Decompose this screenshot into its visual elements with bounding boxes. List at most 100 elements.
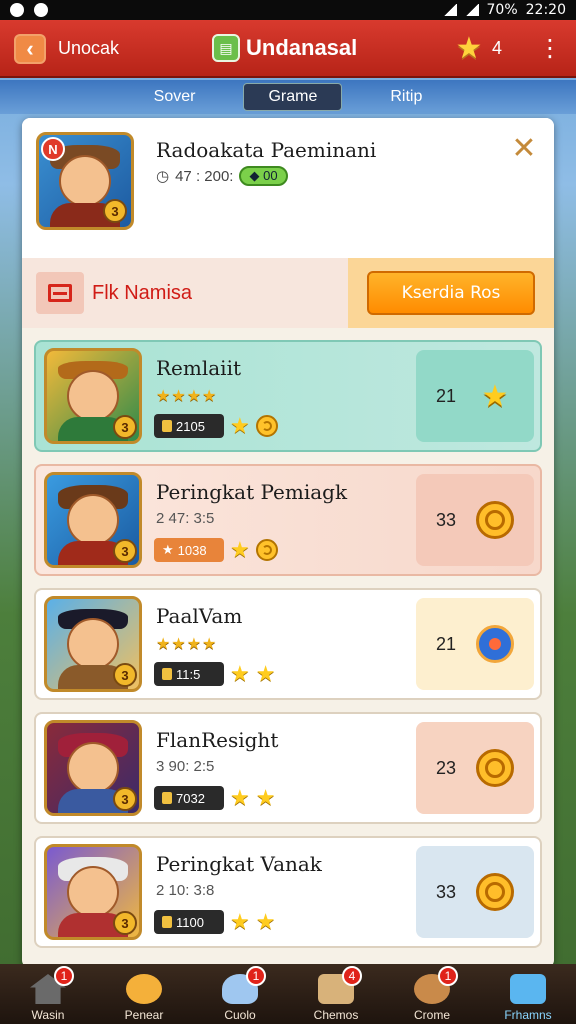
player-sub: 2 10: 3:8 [156,882,215,899]
coin-icon [255,539,278,561]
list-item[interactable]: 3 Peringkat Vanak 2 10: 3:8 1100 ★ ★ 33 [34,836,542,948]
star-icon: ★ [255,785,276,810]
leaderboard-panel: 3 N Radoakata Paeminani ◷ 47 : 200: ◆ 00… [22,118,554,968]
list-item[interactable]: 3 Peringkat Pemiagk 2 47: 3:5 ★ 1038 ★ 33 [34,464,542,576]
back-arrow-icon: ‹ [26,36,34,61]
rank-box: 21 [416,598,534,690]
star-icon: ★ [255,661,276,686]
nav-label: Cuolo [224,1008,256,1022]
score-chip-text: 1038 [177,542,207,558]
clock-icon: ◷ [156,168,170,185]
sync-icon [34,3,48,17]
action-left[interactable]: Flk Namisa [22,258,348,328]
nav-label: Penear [124,1008,164,1022]
card-icon [36,272,84,314]
player-avatar: 3 [44,348,142,444]
rank-number: 21 [435,385,457,406]
item-stats: ★ 1038 ★ [154,538,278,562]
face-shape [67,618,119,670]
coin-icon [255,415,278,437]
nav-item-frhamns[interactable]: Frhamns [480,964,576,1022]
list-item[interactable]: 3 Remlaiit ★★★★ 2105 ★ 21 ★ [34,340,542,452]
nav-item-cuolo[interactable]: 1 Cuolo [192,964,288,1022]
nav-item-crome[interactable]: 1 Crome [384,964,480,1022]
tab-grame[interactable]: Grame [243,83,343,111]
score-chip: 1100 [154,910,224,934]
tab-sover[interactable]: Sover [130,84,220,110]
rank-box: 21 ★ [416,350,534,442]
notification-icon [10,3,24,17]
rank-number: 33 [435,881,457,902]
rank-box: 33 [416,474,534,566]
star-icon: ★ [255,909,276,934]
face-shape [67,494,119,546]
back-button[interactable]: ‹ [14,34,46,64]
list-item[interactable]: 3 PaalVam ★★★★ 11:5 ★ ★ 21 [34,588,542,700]
bag-icon [162,420,172,432]
profile-name: Radoakata Paeminani [156,138,377,162]
back-label[interactable]: Unocak [58,38,119,59]
action-left-label: Flk Namisa [92,281,193,304]
signal-icon-2 [464,4,479,16]
rank-box: 33 [416,846,534,938]
score-chip-text: 2105 [176,418,205,434]
signal-icon [442,4,457,16]
ring-icon [476,749,514,787]
score-chip: 7032 [154,786,224,810]
clock: 22:20 [525,2,566,18]
nav-label: Chemos [313,1008,359,1022]
player-name: Peringkat Pemiagk [156,480,348,504]
star-icon: ★ [481,379,509,413]
player-avatar: 3 [44,472,142,568]
action-right: Kserdia Ros [348,258,554,328]
tab-ritip[interactable]: Ritip [366,84,446,110]
status-bar: 70% 22:20 [0,0,576,20]
green-pill-text: 00 [263,168,278,183]
close-icon[interactable]: ✕ [508,134,540,166]
action-row: Flk Namisa Kserdia Ros [22,258,554,328]
player-list: 3 Remlaiit ★★★★ 2105 ★ 21 ★ 3 Peringkat … [34,340,542,960]
face-shape [67,370,119,422]
star-icon: ★ [230,661,250,686]
nav-label: Wasin [31,1008,65,1022]
profile-avatar[interactable]: 3 N [36,132,134,230]
nav-item-chemos[interactable]: 4 Chemos [288,964,384,1022]
level-badge: 3 [113,539,137,563]
notification-badge: 1 [54,966,74,986]
face-shape [67,866,119,918]
item-stats: 7032 ★ ★ [154,786,275,810]
star-icon[interactable]: ★ [452,32,486,66]
page-title: Undanasal [246,35,358,60]
score-chip-text: 11:5 [176,666,201,682]
item-stats: 11:5 ★ ★ [154,662,275,686]
profile-meta-text: 47 : 200: [175,167,234,185]
app-header: ‹ Unocak ▤ Undanasal ★ 4 ⋮ [0,20,576,78]
list-item[interactable]: 3 FlanResight 3 90: 2:5 7032 ★ ★ 23 [34,712,542,824]
app-title-icon: ▤ [212,34,240,62]
bag-icon [162,668,172,680]
nav-label: Frhamns [504,1008,552,1022]
status-right: 70% 22:20 [442,2,566,18]
character-icon [126,974,162,1004]
item-stats: 2105 ★ [154,414,278,438]
face-shape [67,742,119,794]
player-avatar: 3 [44,596,142,692]
item-stats: 1100 ★ ★ [154,910,275,934]
score-chip: ★ 1038 [154,538,224,562]
ring-icon [476,873,514,911]
primary-action-button[interactable]: Kserdia Ros [367,271,535,315]
score-chip: 2105 [154,414,224,438]
level-badge: 3 [113,663,137,687]
nav-label: Crome [413,1008,450,1022]
profile-meta: ◷ 47 : 200: ◆ 00 [156,166,288,186]
bottom-nav: 1 Wasin Penear 1 Cuolo 4 Chemos 1 Crome … [0,964,576,1024]
nav-item-wasin[interactable]: 1 Wasin [0,964,96,1022]
notification-badge: 1 [246,966,266,986]
notification-badge: 1 [438,966,458,986]
score-chip: 11:5 [154,662,224,686]
chest-icon [510,974,546,1004]
more-menu-icon[interactable]: ⋮ [538,32,562,66]
player-name: FlanResight [156,728,279,752]
nav-item-penear[interactable]: Penear [96,964,192,1022]
profile-card: 3 N Radoakata Paeminani ◷ 47 : 200: ◆ 00… [22,118,554,258]
